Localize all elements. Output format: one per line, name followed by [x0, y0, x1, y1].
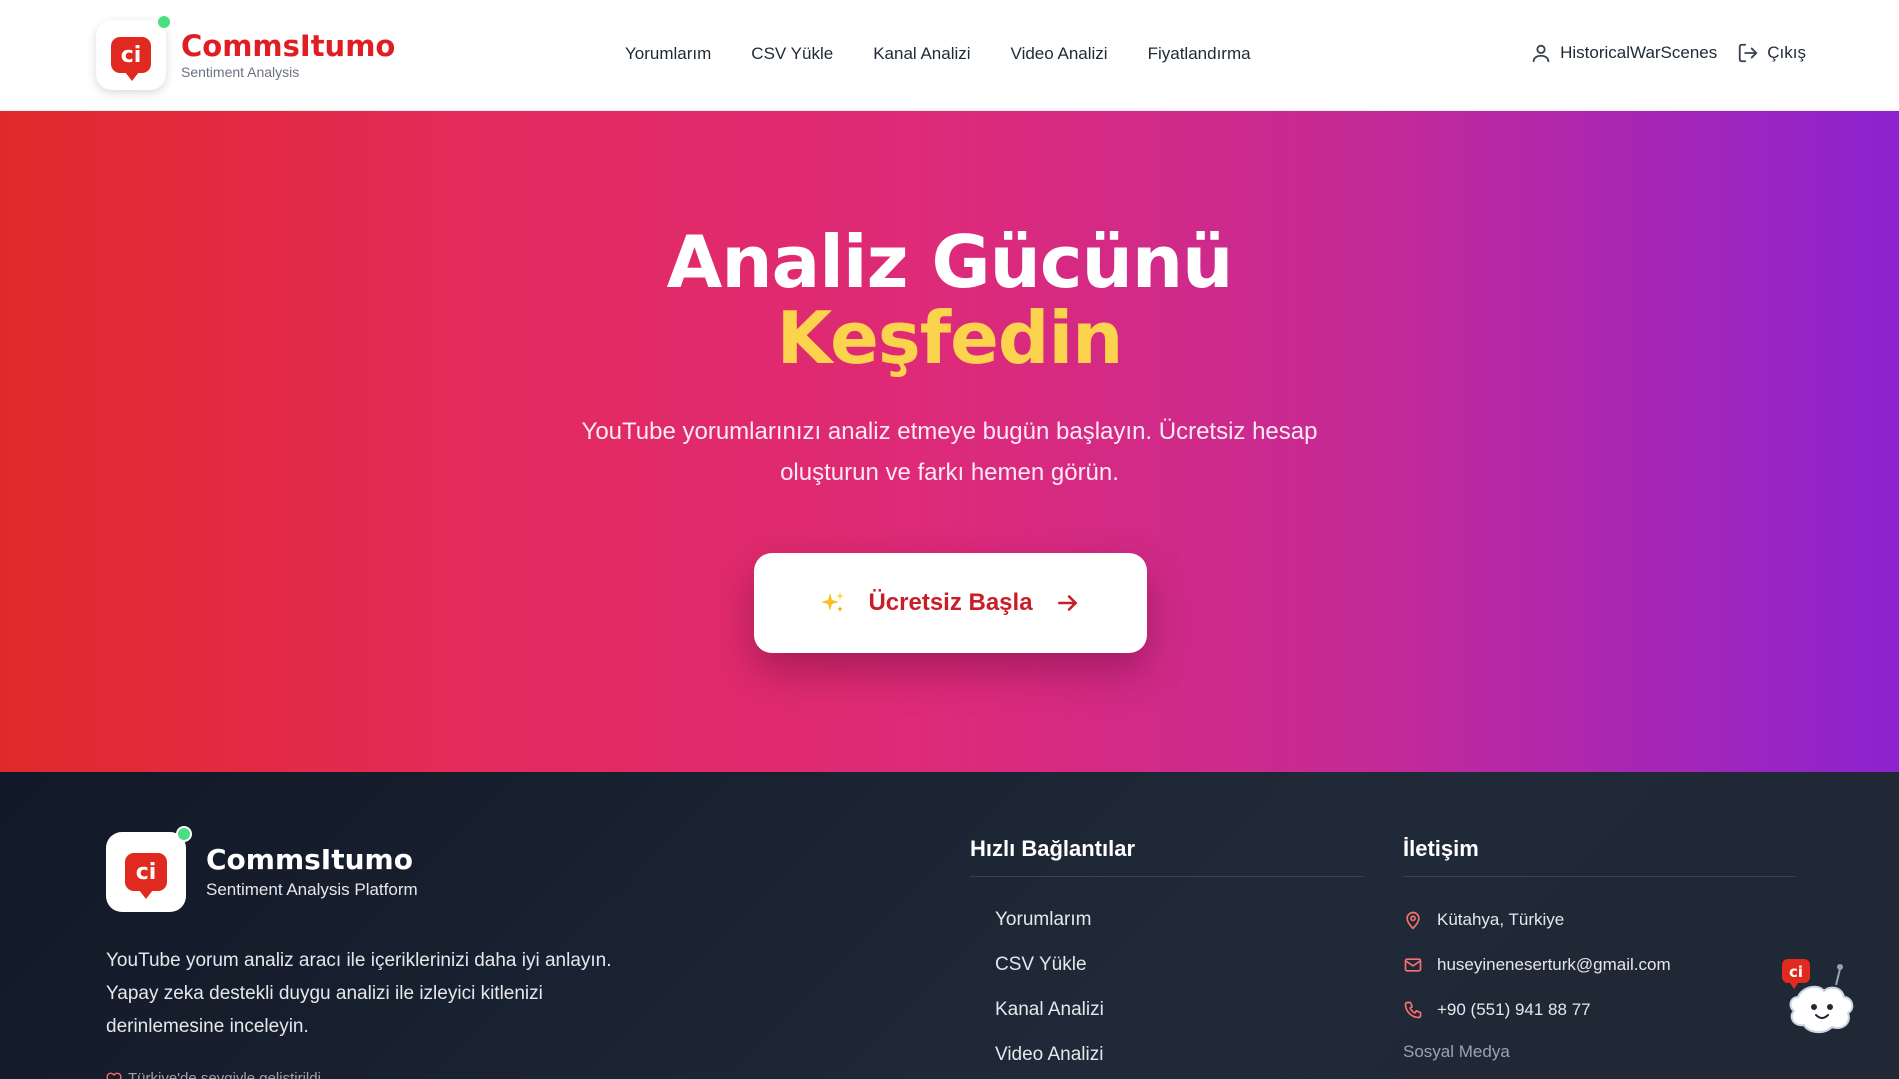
cta-label: Ücretsiz Başla — [868, 589, 1033, 616]
footer-logo-bubble: ci — [125, 853, 167, 899]
heart-icon — [106, 1072, 122, 1079]
online-status-dot — [156, 14, 172, 30]
hero-title-line2: Keşfedin — [776, 296, 1124, 380]
contact-email-text: huseyineneserturk@gmail.com — [1437, 954, 1671, 974]
user-profile-link[interactable]: HistoricalWarScenes — [1530, 42, 1717, 64]
sparkles-icon — [821, 592, 845, 612]
chatbot-mascot-icon[interactable]: ci — [1778, 955, 1860, 1037]
nav-link-csv-upload[interactable]: CSV Yükle — [751, 44, 833, 64]
contact-phone[interactable]: +90 (551) 941 88 77 — [1403, 987, 1796, 1032]
hero-description-line2: oluşturun ve farkı hemen görün. — [780, 459, 1119, 486]
phone-icon — [1404, 1001, 1422, 1018]
nav-link-comments[interactable]: Yorumlarım — [625, 44, 711, 64]
footer-brand: ci CommsItumo Sentiment Analysis Platfor… — [106, 826, 418, 912]
user-area: HistoricalWarScenes Çıkış — [1510, 42, 1806, 64]
logout-button[interactable]: Çıkış — [1737, 42, 1806, 64]
start-free-button[interactable]: Ücretsiz Başla — [754, 553, 1147, 653]
logo-bubble: ci — [111, 37, 151, 81]
svg-text:ci: ci — [1789, 963, 1803, 981]
social-media-title: Sosyal Medya — [1403, 1042, 1510, 1061]
footer-description-line1: YouTube yorum analiz aracı ile içerikler… — [106, 950, 612, 971]
footer-description-line3: derinlemesine inceleyin. — [106, 1016, 309, 1037]
logo-icon: ci — [96, 14, 172, 90]
arrow-right-icon — [1057, 595, 1077, 611]
contact-location-text: Kütahya, Türkiye — [1437, 909, 1565, 929]
site-footer: ci CommsItumo Sentiment Analysis Platfor… — [0, 772, 1899, 1079]
footer-online-dot — [176, 826, 192, 842]
hero-description: YouTube yorumlarınızı analiz etmeye bugü… — [0, 411, 1899, 493]
footer-credit-text: Türkiye'de sevgiyle geliştirildi — [128, 1070, 321, 1079]
logout-icon — [1739, 43, 1758, 63]
footer-link-channel-analysis[interactable]: Kanal Analizi — [970, 987, 1363, 1032]
nav-link-pricing[interactable]: Fiyatlandırma — [1148, 44, 1251, 64]
contact-location: Kütahya, Türkiye — [1403, 897, 1796, 942]
contact-email[interactable]: huseyineneserturk@gmail.com — [1403, 942, 1796, 987]
footer-contact: İletişim Kütahya, Türkiye huseyinenesert… — [1403, 836, 1796, 1062]
footer-quick-links: Hızlı Bağlantılar Yorumlarım CSV Yükle K… — [970, 836, 1363, 1077]
footer-description-line2: Yapay zeka destekli duygu analizi ile iz… — [106, 983, 543, 1004]
hero-title-line1: Analiz Gücünü — [666, 220, 1234, 304]
footer-brand-subtitle: Sentiment Analysis Platform — [206, 880, 418, 899]
hero-description-line1: YouTube yorumlarınızı analiz etmeye bugü… — [581, 418, 1318, 445]
footer-link-video-analysis[interactable]: Video Analizi — [970, 1032, 1363, 1077]
brand-logo-link[interactable]: ci CommsItumo Sentiment Analysis — [96, 14, 396, 90]
user-icon — [1532, 44, 1550, 63]
logout-label: Çıkış — [1767, 43, 1806, 62]
map-pin-icon — [1406, 911, 1420, 929]
nav-link-channel-analysis[interactable]: Kanal Analizi — [873, 44, 970, 64]
footer-description: YouTube yorum analiz aracı ile içerikler… — [106, 944, 666, 1043]
contact-phone-text: +90 (551) 941 88 77 — [1437, 999, 1591, 1019]
contact-title: İletişim — [1403, 836, 1796, 877]
quick-links-title: Hızlı Bağlantılar — [970, 836, 1363, 877]
main-nav: Yorumlarım CSV Yükle Kanal Analizi Video… — [625, 44, 1251, 64]
hero-section: Analiz Gücünü Keşfedin YouTube yorumları… — [0, 111, 1899, 772]
brand-name: CommsItumo — [181, 29, 396, 63]
footer-link-csv-upload[interactable]: CSV Yükle — [970, 942, 1363, 987]
username: HistoricalWarScenes — [1560, 43, 1718, 62]
footer-brand-name: CommsItumo — [206, 843, 413, 876]
top-header: ci CommsItumo Sentiment Analysis Yorumla… — [0, 0, 1899, 111]
footer-link-comments[interactable]: Yorumlarım — [970, 897, 1363, 942]
footer-logo-icon: ci — [106, 826, 192, 912]
nav-link-video-analysis[interactable]: Video Analizi — [1011, 44, 1108, 64]
mail-icon — [1404, 957, 1422, 972]
brand-subtitle: Sentiment Analysis — [181, 64, 300, 80]
footer-credit: Türkiye'de sevgiyle geliştirildi — [106, 1070, 321, 1079]
